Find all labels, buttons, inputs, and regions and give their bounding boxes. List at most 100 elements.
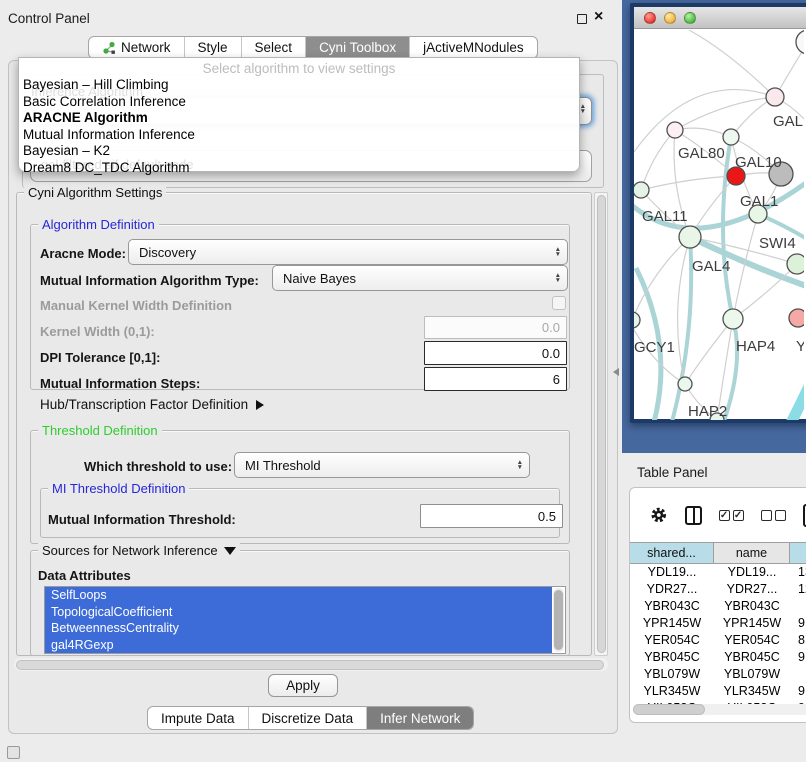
attribute-item[interactable]: BetweennessCentrality (45, 620, 552, 637)
network-edge[interactable] (641, 130, 675, 190)
table-row[interactable]: YBR043C YBR043C (630, 598, 806, 615)
network-node[interactable] (787, 254, 804, 274)
cell[interactable]: YER054C (630, 632, 714, 649)
network-edge[interactable] (672, 237, 691, 420)
network-node[interactable] (679, 226, 701, 248)
export-table-icon[interactable] (803, 504, 806, 527)
table-row[interactable]: YBL079W YBL079W (630, 666, 806, 683)
cell[interactable] (790, 666, 806, 683)
network-node[interactable] (667, 122, 683, 138)
show-columns-icon[interactable]: ✓ ✓ (719, 510, 744, 521)
cell[interactable]: YDR27... (714, 581, 790, 598)
network-node[interactable] (678, 377, 692, 391)
close-window-icon[interactable] (644, 12, 656, 24)
attribute-list-scrollbar[interactable] (553, 588, 564, 652)
network-node[interactable] (723, 309, 743, 329)
scrollbar-thumb[interactable] (554, 590, 563, 650)
scrollbar-thumb[interactable] (597, 195, 606, 653)
column-header-name[interactable]: name (714, 543, 790, 563)
cell[interactable]: YBL079W (630, 666, 714, 683)
network-edge[interactable] (689, 30, 775, 97)
cell[interactable] (790, 598, 806, 615)
tab-impute-data[interactable]: Impute Data (148, 707, 248, 729)
popup-item-basic-correlation[interactable]: Basic Correlation Inference (21, 94, 577, 111)
mi-steps-field[interactable]: 6 (424, 367, 567, 391)
column-view-icon[interactable] (685, 506, 702, 525)
cell[interactable]: YLR345W (630, 683, 714, 700)
table-row[interactable]: YLR345W YLR345W 9. (630, 683, 806, 700)
network-edge[interactable] (641, 176, 736, 190)
column-header-shared-name[interactable]: shared... (630, 543, 714, 563)
hide-columns-icon[interactable] (761, 510, 786, 521)
table-row[interactable]: YPR145W YPR145W 9. (630, 615, 806, 632)
cell[interactable]: 8. (790, 632, 806, 649)
tab-discretize-data[interactable]: Discretize Data (248, 707, 367, 729)
popup-item-aracne[interactable]: ARACNE Algorithm (21, 110, 577, 127)
cell[interactable]: 9. (790, 683, 806, 700)
cell[interactable]: YBL079W (714, 666, 790, 683)
cell[interactable]: YPR145W (630, 615, 714, 632)
tab-cyni-toolbox[interactable]: Cyni Toolbox (305, 37, 409, 58)
hub-transcription-factor-expander[interactable]: Hub/Transcription Factor Definition (40, 397, 264, 412)
tab-jactivemnodules[interactable]: jActiveMNodules (409, 37, 537, 58)
cell[interactable]: 12 (790, 581, 806, 598)
attribute-item[interactable]: gal4RGexp (45, 637, 552, 654)
close-panel-icon[interactable]: × (594, 8, 603, 26)
zoom-window-icon[interactable] (684, 12, 696, 24)
cell[interactable]: YDL19... (714, 564, 790, 581)
popup-item-mutual-information[interactable]: Mutual Information Inference (21, 127, 577, 144)
network-canvas[interactable]: GALGAL80GAL10GAL1GAL11SWI4GAL4GCY1HAP4YH… (634, 30, 804, 420)
apply-button[interactable]: Apply (268, 674, 338, 697)
cell[interactable]: YPR145W (714, 615, 790, 632)
dpi-tolerance-field[interactable]: 0.0 (424, 341, 567, 365)
mi-threshold-field[interactable]: 0.5 (420, 504, 563, 528)
popup-item-bayesian-hill-climbing[interactable]: Bayesian – Hill Climbing (21, 77, 577, 94)
split-pane-collapse-icon[interactable] (613, 368, 619, 376)
manual-kernel-width-checkbox[interactable] (552, 296, 566, 310)
tab-network[interactable]: Network (89, 37, 184, 58)
attribute-item[interactable]: TopologicalCoefficient (45, 604, 552, 621)
table-horizontal-scrollbar[interactable] (633, 704, 806, 715)
attribute-item[interactable]: SelfLoops (45, 587, 552, 604)
table-row[interactable]: YDL19... YDL19... 13 (630, 564, 806, 581)
settings-vertical-scrollbar[interactable] (594, 192, 608, 656)
network-node[interactable] (796, 30, 804, 54)
tab-style[interactable]: Style (184, 37, 241, 58)
gear-icon[interactable] (650, 505, 668, 525)
aracne-mode-combobox[interactable]: Discovery ▲▼ (128, 239, 568, 265)
popup-item-bayesian-k2[interactable]: Bayesian – K2 (21, 143, 577, 160)
settings-horizontal-scrollbar[interactable] (14, 658, 608, 671)
network-node[interactable] (634, 312, 640, 328)
cell[interactable]: YBR045C (714, 649, 790, 666)
sources-title-row[interactable]: Sources for Network Inference (38, 543, 240, 558)
network-node[interactable] (789, 309, 804, 327)
network-window-titlebar[interactable] (634, 7, 806, 29)
cell[interactable]: 9. (790, 615, 806, 632)
tab-infer-network[interactable]: Infer Network (366, 707, 473, 729)
column-header-cut[interactable] (790, 543, 806, 563)
cell[interactable]: YER054C (714, 632, 790, 649)
mi-algorithm-type-combobox[interactable]: Naive Bayes ▲▼ (272, 265, 568, 291)
kernel-width-field[interactable]: 0.0 (424, 316, 567, 339)
cell[interactable]: 9. (790, 649, 806, 666)
network-edge[interactable] (634, 90, 775, 152)
cell[interactable]: YDR27... (630, 581, 714, 598)
scrollbar-thumb[interactable] (16, 660, 604, 670)
minimize-window-icon[interactable] (664, 12, 676, 24)
collapsed-panel-icon[interactable] (7, 746, 20, 759)
table-row[interactable]: YBR045C YBR045C 9. (630, 649, 806, 666)
popup-item-dream8[interactable]: Dream8 DC_TDC Algorithm (21, 160, 577, 177)
network-edge[interactable] (770, 380, 804, 420)
network-edge[interactable] (685, 319, 733, 384)
cell[interactable]: YBR045C (630, 649, 714, 666)
network-edge[interactable] (675, 97, 775, 130)
cell[interactable]: YLR345W (714, 683, 790, 700)
tab-select[interactable]: Select (241, 37, 306, 58)
cell[interactable]: YDL19... (630, 564, 714, 581)
cell[interactable]: YBR043C (714, 598, 790, 615)
network-node[interactable] (634, 182, 649, 198)
scrollbar-thumb[interactable] (633, 704, 705, 715)
network-edge[interactable] (723, 137, 733, 319)
data-attributes-list[interactable]: SelfLoops TopologicalCoefficient Between… (44, 586, 566, 654)
network-node[interactable] (766, 88, 784, 106)
